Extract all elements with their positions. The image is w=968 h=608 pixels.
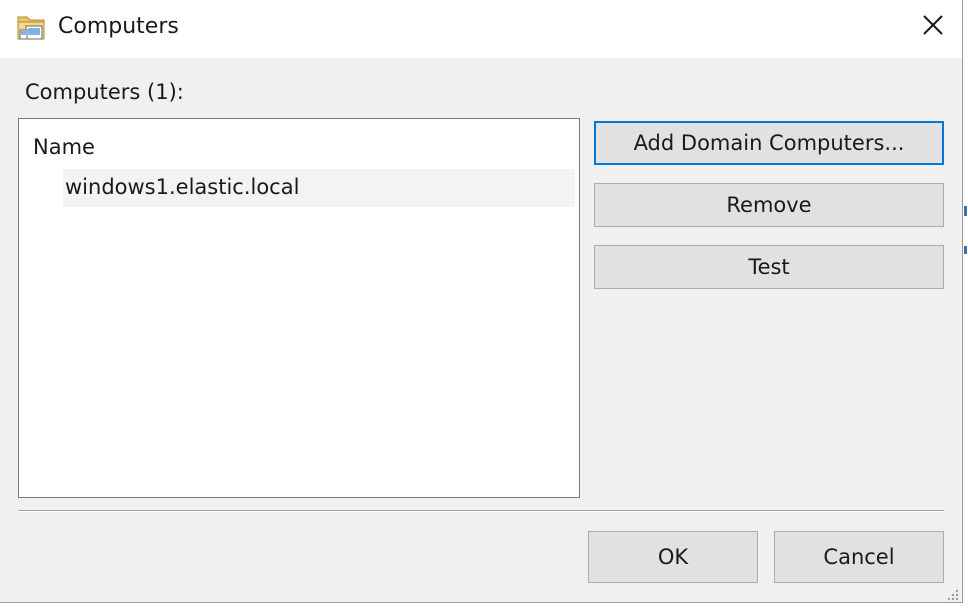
title-bar[interactable]: Computers [0,0,962,58]
cancel-button[interactable]: Cancel [774,531,944,583]
close-button[interactable] [906,2,960,52]
separator [18,510,944,512]
computers-count-label: Computers (1): [25,80,184,104]
add-domain-computers-button[interactable]: Add Domain Computers... [594,121,944,165]
folder-computers-icon [16,11,48,43]
background-window-edge [964,206,967,216]
resize-grip-icon[interactable] [944,586,960,602]
computer-name: windows1.elastic.local [65,175,300,199]
computers-list[interactable]: Name windows1.elastic.local [18,118,580,498]
close-icon [922,14,944,40]
remove-button[interactable]: Remove [594,183,944,227]
computers-dialog: Computers Computers (1): Name windows1.e… [0,0,963,603]
ok-button[interactable]: OK [588,531,758,583]
column-header-name[interactable]: Name [33,133,95,161]
background-window-edge [964,246,967,254]
window-title: Computers [58,14,179,39]
list-item[interactable]: windows1.elastic.local [63,169,575,207]
list-header[interactable] [20,120,576,168]
test-button[interactable]: Test [594,245,944,289]
